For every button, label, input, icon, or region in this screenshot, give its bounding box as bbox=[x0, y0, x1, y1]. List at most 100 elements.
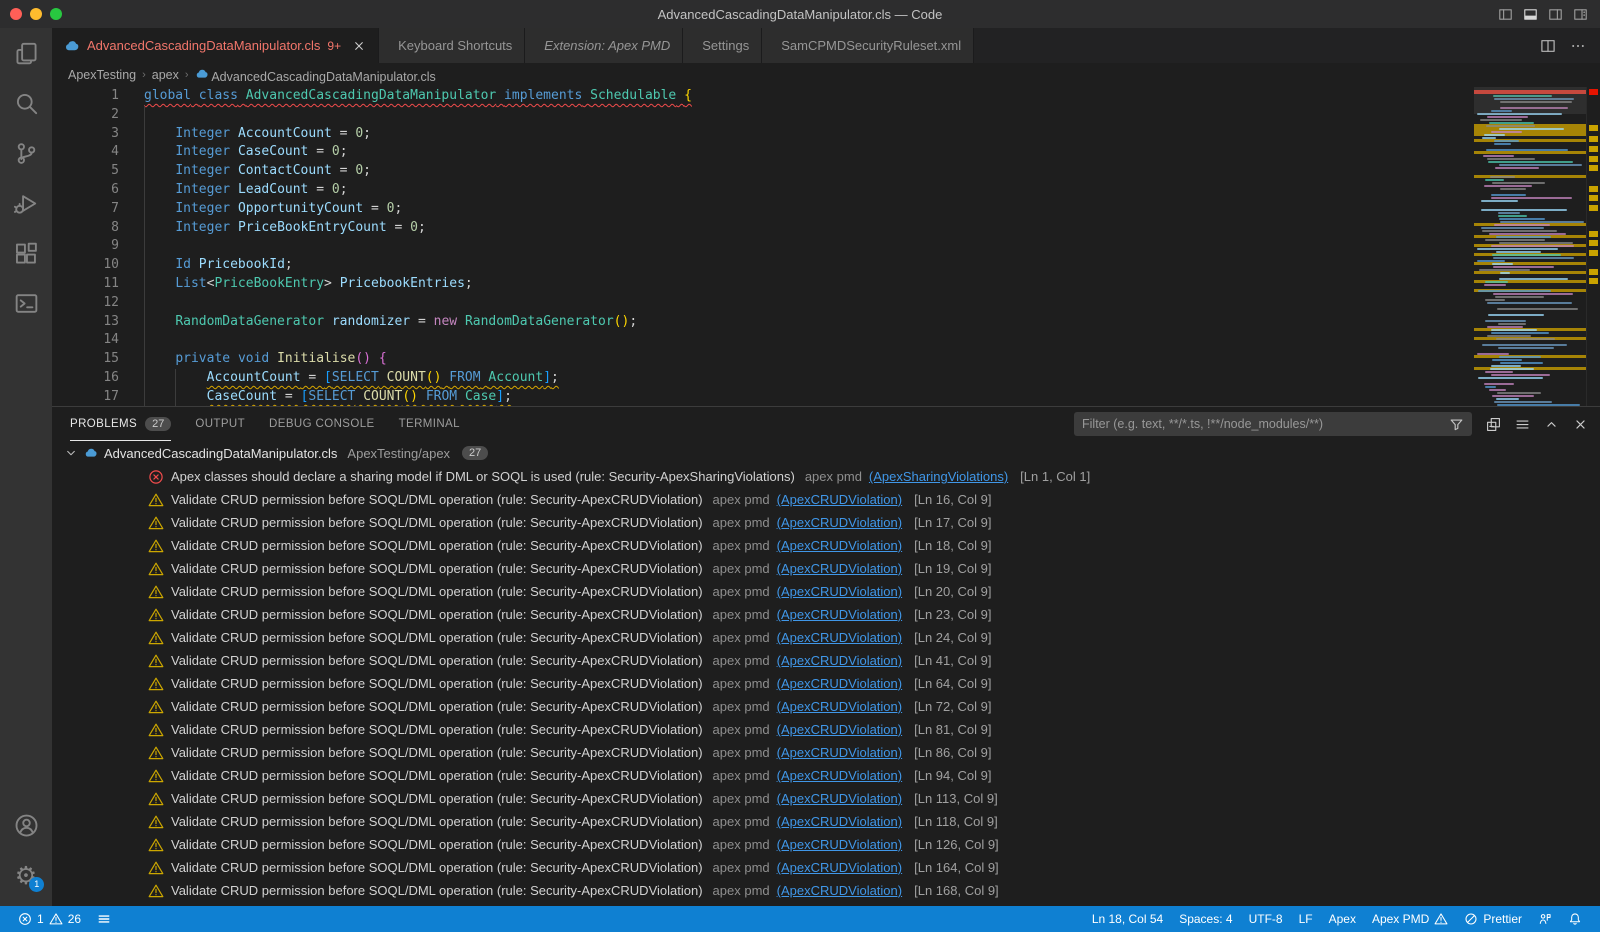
code-line[interactable]: 16 AccountCount = [SELECT COUNT() FROM A… bbox=[52, 369, 1474, 388]
toggle-sidebar-icon[interactable] bbox=[1498, 7, 1513, 22]
code-line[interactable]: 7 Integer OpportunityCount = 0; bbox=[52, 200, 1474, 219]
code-line[interactable]: 6 Integer LeadCount = 0; bbox=[52, 181, 1474, 200]
problems-filter-input[interactable] bbox=[1082, 417, 1449, 431]
code-line[interactable]: 11 List<PriceBookEntry> PricebookEntries… bbox=[52, 275, 1474, 294]
menu-status-icon[interactable] bbox=[89, 906, 119, 932]
prettier-status[interactable]: Prettier bbox=[1456, 906, 1530, 932]
problem-rule-link[interactable]: (ApexCRUDViolation) bbox=[777, 791, 902, 806]
terminal-view-icon[interactable] bbox=[0, 278, 52, 328]
view-as-table-icon[interactable] bbox=[1515, 417, 1530, 432]
eol-status[interactable]: LF bbox=[1291, 906, 1321, 932]
cursor-position[interactable]: Ln 18, Col 54 bbox=[1084, 906, 1171, 932]
split-editor-icon[interactable] bbox=[1540, 38, 1556, 54]
problem-rule-link[interactable]: (ApexCRUDViolation) bbox=[777, 837, 902, 852]
toggle-panel-icon[interactable] bbox=[1523, 7, 1538, 22]
problem-rule-link[interactable]: (ApexCRUDViolation) bbox=[777, 699, 902, 714]
problem-rule-link[interactable]: (ApexCRUDViolation) bbox=[777, 492, 902, 507]
settings-gear-icon[interactable]: ⚙1 bbox=[0, 850, 52, 900]
zoom-window-button[interactable] bbox=[50, 8, 62, 20]
notifications-item[interactable] bbox=[1560, 906, 1590, 932]
problem-row[interactable]: Validate CRUD permission before SOQL/DML… bbox=[52, 672, 1600, 695]
code-line[interactable]: 9 bbox=[52, 237, 1474, 256]
problem-rule-link[interactable]: (ApexCRUDViolation) bbox=[777, 745, 902, 760]
language-mode[interactable]: Apex bbox=[1321, 906, 1364, 932]
code-line[interactable]: 17 CaseCount = [SELECT COUNT() FROM Case… bbox=[52, 388, 1474, 406]
extensions-icon[interactable] bbox=[0, 228, 52, 278]
problem-rule-link[interactable]: (ApexCRUDViolation) bbox=[777, 860, 902, 875]
explorer-icon[interactable] bbox=[0, 28, 52, 78]
problem-rule-link[interactable]: (ApexCRUDViolation) bbox=[777, 538, 902, 553]
tab-problems[interactable]: PROBLEMS 27 bbox=[70, 407, 171, 441]
editor[interactable]: 1global class AdvancedCascadingDataManip… bbox=[52, 87, 1600, 406]
indentation-status[interactable]: Spaces: 4 bbox=[1171, 906, 1240, 932]
minimap-slider[interactable] bbox=[1474, 87, 1586, 114]
problem-rule-link[interactable]: (ApexCRUDViolation) bbox=[777, 515, 902, 530]
editor-tab[interactable]: Settings bbox=[683, 28, 762, 63]
code-line[interactable]: 3 Integer AccountCount = 0; bbox=[52, 125, 1474, 144]
problem-row[interactable]: Validate CRUD permission before SOQL/DML… bbox=[52, 557, 1600, 580]
problem-rule-link[interactable]: (ApexSharingViolations) bbox=[869, 469, 1008, 484]
editor-tab[interactable]: SamCPMDSecurityRuleset.xml bbox=[762, 28, 974, 63]
problem-row[interactable]: Validate CRUD permission before SOQL/DML… bbox=[52, 580, 1600, 603]
problem-rule-link[interactable]: (ApexCRUDViolation) bbox=[777, 630, 902, 645]
close-tab-icon[interactable] bbox=[352, 39, 366, 53]
problem-row[interactable]: Validate CRUD permission before SOQL/DML… bbox=[52, 856, 1600, 879]
collapse-all-icon[interactable] bbox=[1486, 417, 1501, 432]
minimize-window-button[interactable] bbox=[30, 8, 42, 20]
breadcrumb-item[interactable]: AdvancedCascadingDataManipulator.cls bbox=[195, 67, 436, 84]
code-line[interactable]: 14 bbox=[52, 331, 1474, 350]
code-line[interactable]: 1global class AdvancedCascadingDataManip… bbox=[52, 87, 1474, 106]
problem-row[interactable]: Validate CRUD permission before SOQL/DML… bbox=[52, 833, 1600, 856]
tab-debug-console[interactable]: DEBUG CONSOLE bbox=[269, 407, 375, 441]
editor-more-actions-icon[interactable] bbox=[1570, 38, 1586, 54]
code-area[interactable]: 1global class AdvancedCascadingDataManip… bbox=[52, 87, 1474, 406]
maximize-panel-icon[interactable] bbox=[1544, 417, 1559, 432]
code-line[interactable]: 5 Integer ContactCount = 0; bbox=[52, 162, 1474, 181]
problems-filter[interactable] bbox=[1074, 412, 1472, 436]
problem-rule-link[interactable]: (ApexCRUDViolation) bbox=[777, 607, 902, 622]
code-line[interactable]: 10 Id PricebookId; bbox=[52, 256, 1474, 275]
problem-row[interactable]: Validate CRUD permission before SOQL/DML… bbox=[52, 603, 1600, 626]
close-panel-icon[interactable] bbox=[1573, 417, 1588, 432]
code-line[interactable]: 4 Integer CaseCount = 0; bbox=[52, 143, 1474, 162]
problem-row[interactable]: Validate CRUD permission before SOQL/DML… bbox=[52, 534, 1600, 557]
problem-rule-link[interactable]: (ApexCRUDViolation) bbox=[777, 814, 902, 829]
problem-row[interactable]: Validate CRUD permission before SOQL/DML… bbox=[52, 488, 1600, 511]
search-icon[interactable] bbox=[0, 78, 52, 128]
code-line[interactable]: 8 Integer PriceBookEntryCount = 0; bbox=[52, 219, 1474, 238]
code-line[interactable]: 2 bbox=[52, 106, 1474, 125]
problem-row[interactable]: Validate CRUD permission before SOQL/DML… bbox=[52, 626, 1600, 649]
problem-row[interactable]: Validate CRUD permission before SOQL/DML… bbox=[52, 741, 1600, 764]
breadcrumb[interactable]: ApexTesting›apex› AdvancedCascadingDataM… bbox=[52, 63, 1600, 87]
run-debug-icon[interactable] bbox=[0, 178, 52, 228]
minimap[interactable] bbox=[1474, 87, 1586, 406]
feedback-item[interactable] bbox=[1530, 906, 1560, 932]
problem-row[interactable]: Validate CRUD permission before SOQL/DML… bbox=[52, 879, 1600, 902]
apex-pmd-status[interactable]: Apex PMD bbox=[1364, 906, 1456, 932]
editor-tab[interactable]: AdvancedCascadingDataManipulator.cls9+ bbox=[52, 28, 379, 63]
problem-rule-link[interactable]: (ApexCRUDViolation) bbox=[777, 883, 902, 898]
problem-rule-link[interactable]: (ApexCRUDViolation) bbox=[777, 584, 902, 599]
toggle-secondary-sidebar-icon[interactable] bbox=[1548, 7, 1563, 22]
problem-row[interactable]: Validate CRUD permission before SOQL/DML… bbox=[52, 718, 1600, 741]
problems-status[interactable]: 1 26 bbox=[10, 906, 89, 932]
code-line[interactable]: 13 RandomDataGenerator randomizer = new … bbox=[52, 313, 1474, 332]
problems-file-group[interactable]: AdvancedCascadingDataManipulator.cls Ape… bbox=[52, 441, 1600, 465]
account-icon[interactable] bbox=[0, 800, 52, 850]
problem-row[interactable]: Validate CRUD permission before SOQL/DML… bbox=[52, 511, 1600, 534]
filter-icon[interactable] bbox=[1449, 417, 1464, 432]
source-control-icon[interactable] bbox=[0, 128, 52, 178]
tab-output[interactable]: OUTPUT bbox=[195, 407, 245, 441]
code-line[interactable]: 15 private void Initialise() { bbox=[52, 350, 1474, 369]
close-window-button[interactable] bbox=[10, 8, 22, 20]
problem-row[interactable]: Validate CRUD permission before SOQL/DML… bbox=[52, 695, 1600, 718]
problem-rule-link[interactable]: (ApexCRUDViolation) bbox=[777, 653, 902, 668]
problem-row[interactable]: Validate CRUD permission before SOQL/DML… bbox=[52, 787, 1600, 810]
problem-rule-link[interactable]: (ApexCRUDViolation) bbox=[777, 768, 902, 783]
problem-row[interactable]: Validate CRUD permission before SOQL/DML… bbox=[52, 810, 1600, 833]
problem-rule-link[interactable]: (ApexCRUDViolation) bbox=[777, 561, 902, 576]
tab-terminal[interactable]: TERMINAL bbox=[399, 407, 460, 441]
code-line[interactable]: 12 bbox=[52, 294, 1474, 313]
editor-tab[interactable]: Extension: Apex PMD bbox=[525, 28, 683, 63]
problem-row[interactable]: Validate CRUD permission before SOQL/DML… bbox=[52, 764, 1600, 787]
